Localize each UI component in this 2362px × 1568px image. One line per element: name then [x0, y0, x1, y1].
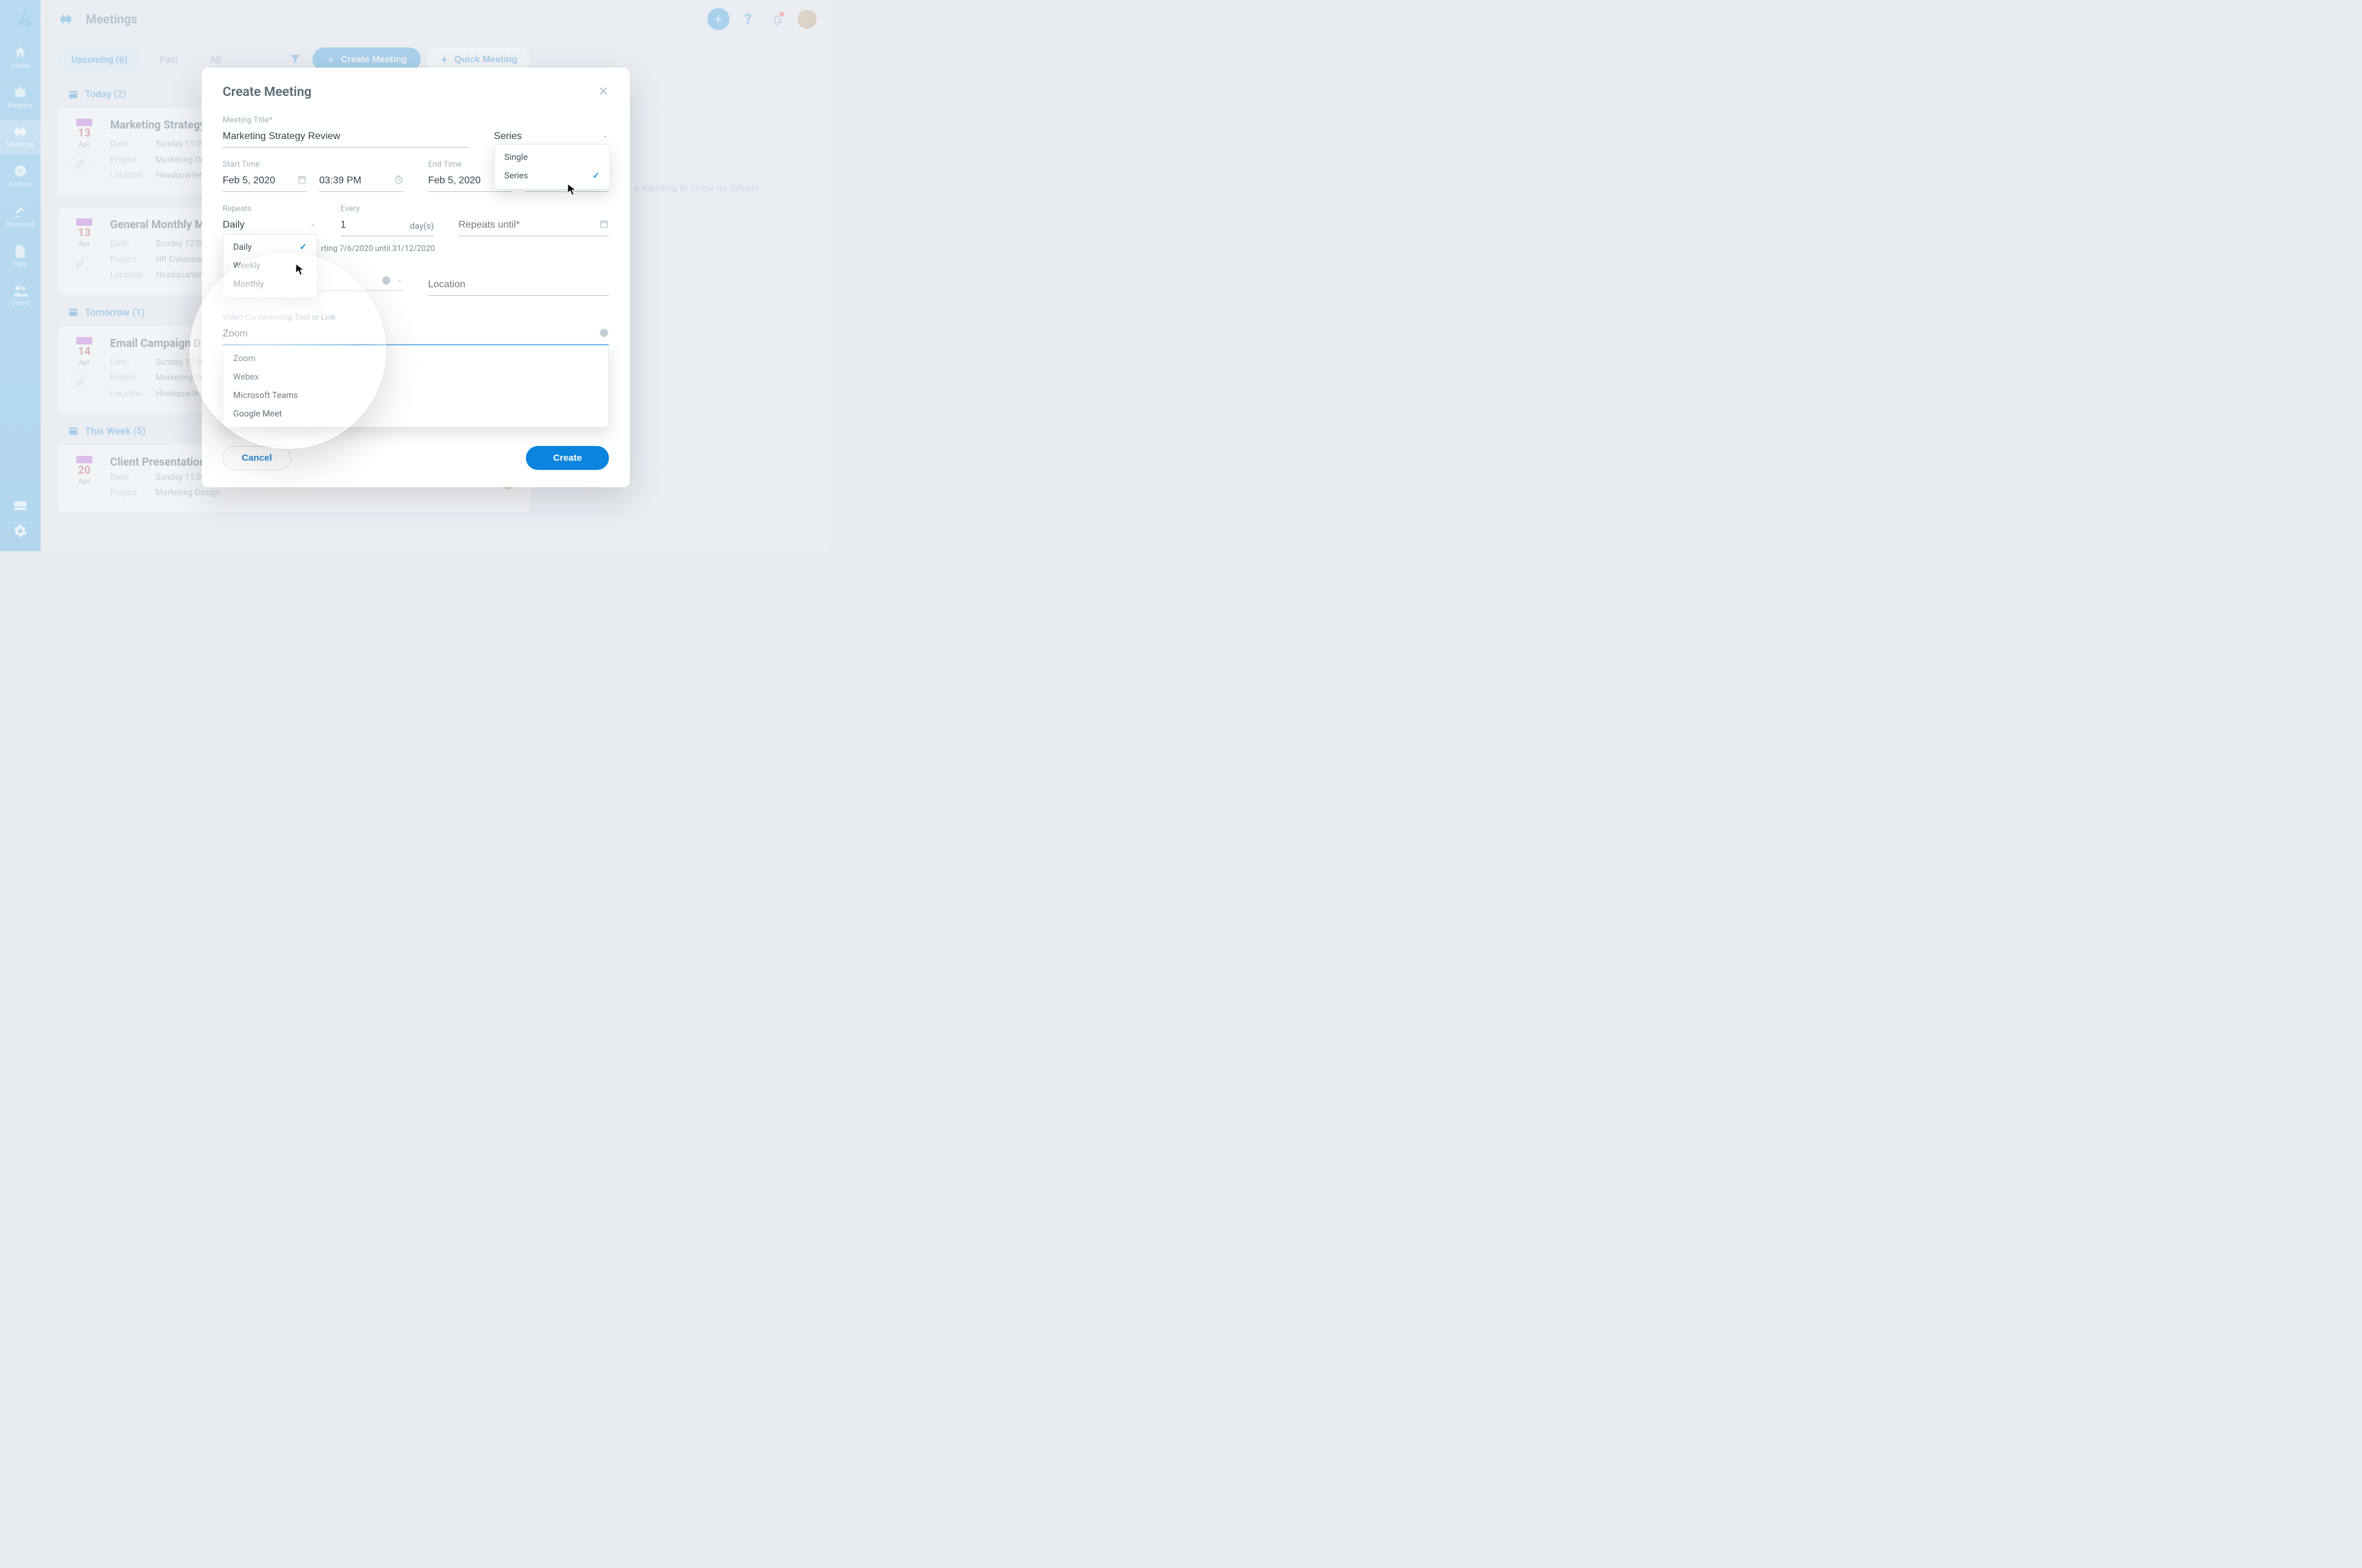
dropdown-option-daily[interactable]: Daily ✓: [223, 238, 317, 257]
clock-icon: [394, 175, 404, 187]
repeats-until-input[interactable]: [458, 216, 609, 236]
field-label: Start Time: [223, 160, 404, 169]
calendar-icon: [599, 219, 609, 231]
recurrence-hint: rting 7/6/2020 until 31/12/2020: [321, 244, 435, 253]
every-suffix: day(s): [410, 221, 434, 231]
location-input[interactable]: [428, 276, 609, 296]
start-date-input[interactable]: [223, 172, 307, 192]
create-meeting-modal: Create Meeting Meeting Title* Single: [202, 68, 630, 487]
dropdown-option-monthly[interactable]: Monthly: [223, 275, 317, 293]
chevron-down-icon: [602, 133, 609, 143]
cancel-button[interactable]: Cancel: [223, 446, 291, 470]
chevron-down-icon: [309, 221, 316, 231]
info-icon: [599, 328, 609, 340]
info-icon: [381, 276, 391, 285]
dropdown-option-teams[interactable]: Microsoft Teams: [223, 386, 608, 405]
dropdown-option-gmeet[interactable]: Google Meet: [223, 405, 608, 423]
check-icon: ✓: [300, 242, 307, 252]
video-tool-dropdown: Zoom Webex Microsoft Teams Google Meet: [223, 345, 609, 428]
calendar-icon: [297, 175, 307, 187]
dropdown-option-weekly[interactable]: Weekly: [223, 257, 317, 275]
create-button[interactable]: Create: [526, 446, 609, 470]
close-icon: [598, 86, 609, 97]
dropdown-option-zoom[interactable]: Zoom: [223, 349, 608, 368]
dropdown-option-single[interactable]: Single: [495, 148, 610, 167]
close-button[interactable]: [598, 85, 609, 100]
meeting-title-input[interactable]: [223, 127, 469, 148]
video-tool-input[interactable]: [223, 325, 609, 345]
check-icon: ✓: [592, 171, 600, 181]
repeats-dropdown: Daily ✓ Weekly Monthly: [223, 234, 317, 298]
modal-title: Create Meeting: [223, 85, 311, 100]
field-label: Video Conferencing Tool or Link: [223, 313, 609, 322]
occurrence-dropdown: Single Series ✓: [494, 144, 610, 189]
chevron-down-icon: [396, 277, 404, 284]
dropdown-option-webex[interactable]: Webex: [223, 368, 608, 386]
dropdown-option-series[interactable]: Series ✓: [495, 167, 610, 185]
start-time-input[interactable]: [319, 172, 404, 192]
field-label: Repeats: [223, 204, 316, 213]
field-label: Meeting Title*: [223, 116, 469, 125]
field-label: Every: [341, 204, 434, 213]
